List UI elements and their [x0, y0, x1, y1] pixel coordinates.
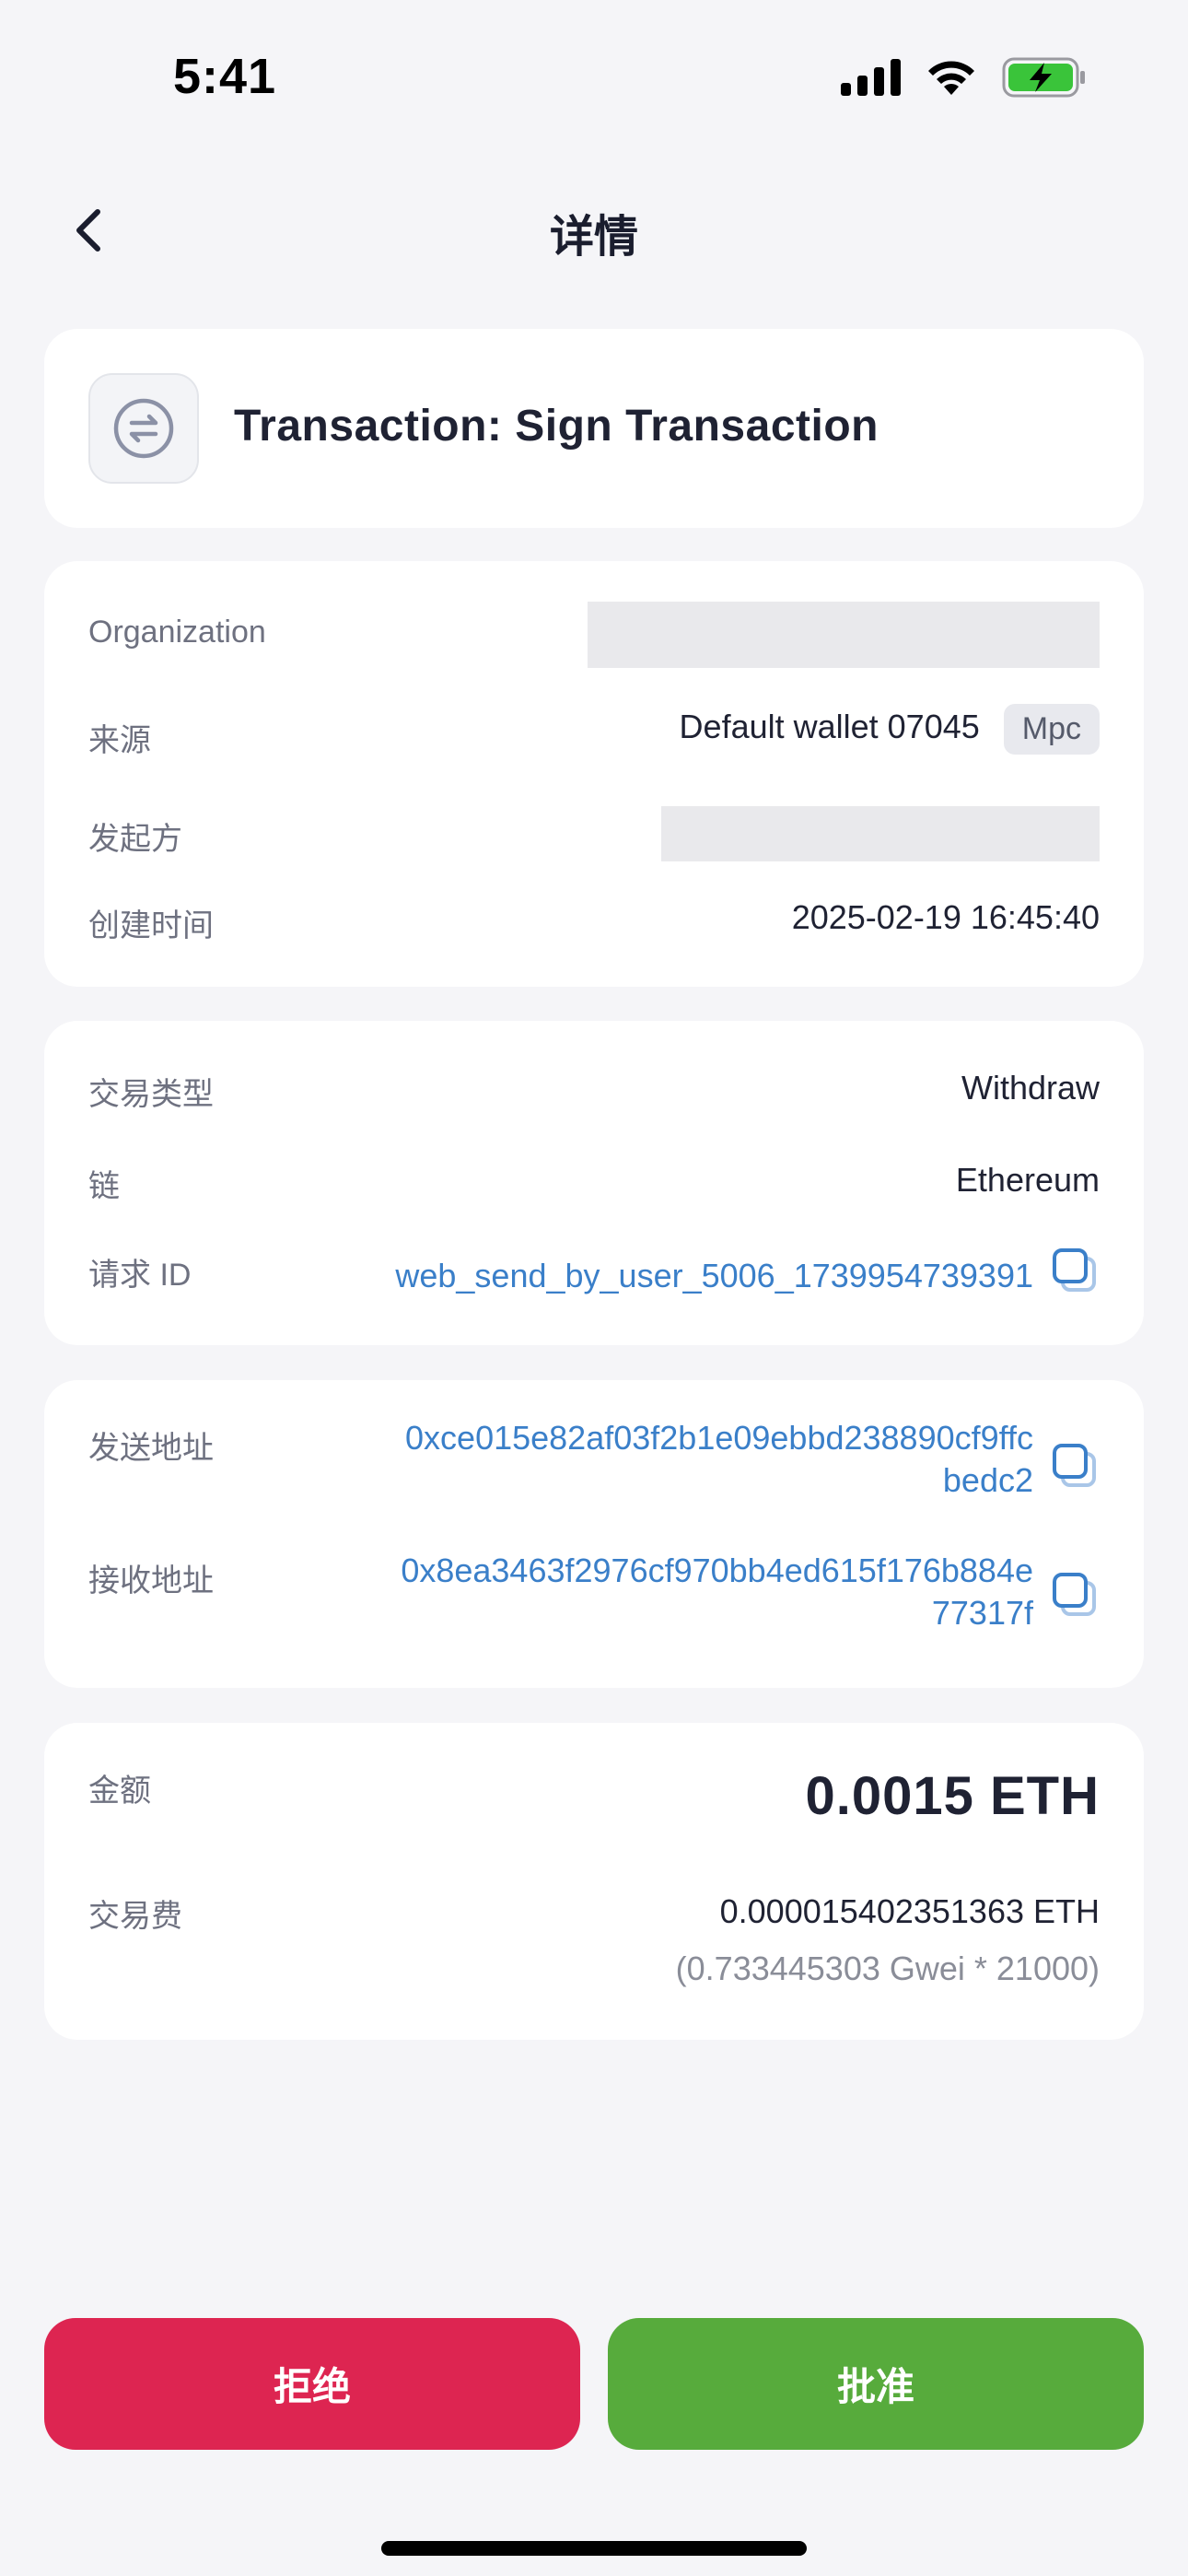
chain-label: 链 — [88, 1169, 120, 1204]
transaction-info-card: 交易类型 Withdraw 链 Ethereum 请求 ID web_send_… — [44, 1021, 1144, 1345]
created-row: 创建时间 2025-02-19 16:45:40 — [88, 893, 1100, 948]
home-indicator[interactable] — [381, 2541, 807, 2556]
transaction-title: Transaction: Sign Transaction — [234, 402, 879, 451]
source-value: Default wallet 07045 — [679, 708, 980, 746]
fee-detail: (0.733445303 Gwei * 21000) — [675, 1950, 1100, 1987]
fee-label: 交易费 — [88, 1899, 182, 1934]
organization-redacted — [588, 602, 1100, 668]
signal-icon — [841, 59, 901, 96]
organization-label: Organization — [88, 615, 266, 650]
source-value-group: Default wallet 07045 Mpc — [680, 704, 1100, 755]
reject-button[interactable]: 拒绝 — [44, 2318, 580, 2450]
copy-from-address-button[interactable] — [1050, 1441, 1100, 1491]
amount-card: 金额 0.0015 ETH 交易费 0.000015402351363 ETH … — [44, 1723, 1144, 2040]
initiator-redacted — [661, 806, 1100, 861]
copy-to-address-button[interactable] — [1050, 1570, 1100, 1620]
battery-charging-icon — [1002, 57, 1087, 98]
to-address-line1: 0x8ea3463f2976cf970bb4ed615f176b884e — [401, 1551, 1033, 1589]
initiator-row: 发起方 — [88, 797, 1100, 861]
transaction-detail-screen: 5:41 详情 Transaction: Sign Transaction Or… — [0, 0, 1188, 2576]
amount-row: 金额 0.0015 ETH — [88, 1765, 1100, 1839]
approve-button[interactable]: 批准 — [608, 2318, 1144, 2450]
type-value: Withdraw — [961, 1069, 1100, 1107]
to-address-label: 接收地址 — [88, 1563, 214, 1598]
transaction-header-card: Transaction: Sign Transaction — [44, 329, 1144, 528]
status-time: 5:41 — [173, 49, 277, 104]
fee-row: 交易费 0.000015402351363 ETH (0.733445303 G… — [88, 1891, 1100, 2001]
status-bar: 5:41 — [0, 0, 1188, 157]
chain-row: 链 Ethereum — [88, 1155, 1100, 1211]
mpc-badge: Mpc — [1003, 704, 1100, 755]
copy-request-id-button[interactable] — [1050, 1246, 1100, 1295]
info-card: Organization 来源 Default wallet 07045 Mpc … — [44, 561, 1144, 987]
type-row: 交易类型 Withdraw — [88, 1065, 1100, 1120]
copy-icon — [1053, 1573, 1096, 1616]
amount-value: 0.0015 ETH — [805, 1766, 1100, 1826]
status-icons — [841, 57, 1087, 98]
from-address-value[interactable]: 0xce015e82af03f2b1e09ebbd238890cf9ffc be… — [405, 1417, 1033, 1502]
created-label: 创建时间 — [88, 908, 214, 943]
amount-label: 金额 — [88, 1774, 151, 1809]
request-id-value[interactable]: web_send_by_user_5006_1739954739391 — [395, 1257, 1033, 1295]
copy-icon — [1053, 1444, 1096, 1487]
to-address-line2: 77317f — [931, 1594, 1033, 1632]
swap-icon — [88, 373, 199, 484]
address-card: 发送地址 0xce015e82af03f2b1e09ebbd238890cf9f… — [44, 1380, 1144, 1688]
to-address-row: 接收地址 0x8ea3463f2976cf970bb4ed615f176b884… — [88, 1551, 1100, 1647]
chain-value: Ethereum — [955, 1161, 1100, 1199]
organization-row: Organization — [88, 602, 1100, 668]
from-address-line2: bedc2 — [942, 1461, 1033, 1499]
nav-bar: 详情 — [0, 180, 1188, 281]
initiator-label: 发起方 — [88, 822, 182, 857]
request-id-label: 请求 ID — [88, 1258, 192, 1293]
source-label: 来源 — [88, 723, 151, 758]
request-id-row: 请求 ID web_send_by_user_5006_173995473939… — [88, 1242, 1100, 1306]
from-address-row: 发送地址 0xce015e82af03f2b1e09ebbd238890cf9f… — [88, 1419, 1100, 1515]
to-address-value[interactable]: 0x8ea3463f2976cf970bb4ed615f176b884e 773… — [401, 1550, 1033, 1634]
fee-value: 0.000015402351363 ETH — [719, 1892, 1100, 1930]
source-row: 来源 Default wallet 07045 Mpc — [88, 704, 1100, 768]
from-address-label: 发送地址 — [88, 1431, 214, 1466]
page-title: 详情 — [549, 213, 638, 262]
type-label: 交易类型 — [88, 1077, 214, 1112]
wifi-icon — [925, 58, 978, 97]
copy-icon — [1053, 1248, 1096, 1292]
created-value: 2025-02-19 16:45:40 — [791, 898, 1100, 936]
from-address-line1: 0xce015e82af03f2b1e09ebbd238890cf9ffc — [405, 1419, 1033, 1457]
